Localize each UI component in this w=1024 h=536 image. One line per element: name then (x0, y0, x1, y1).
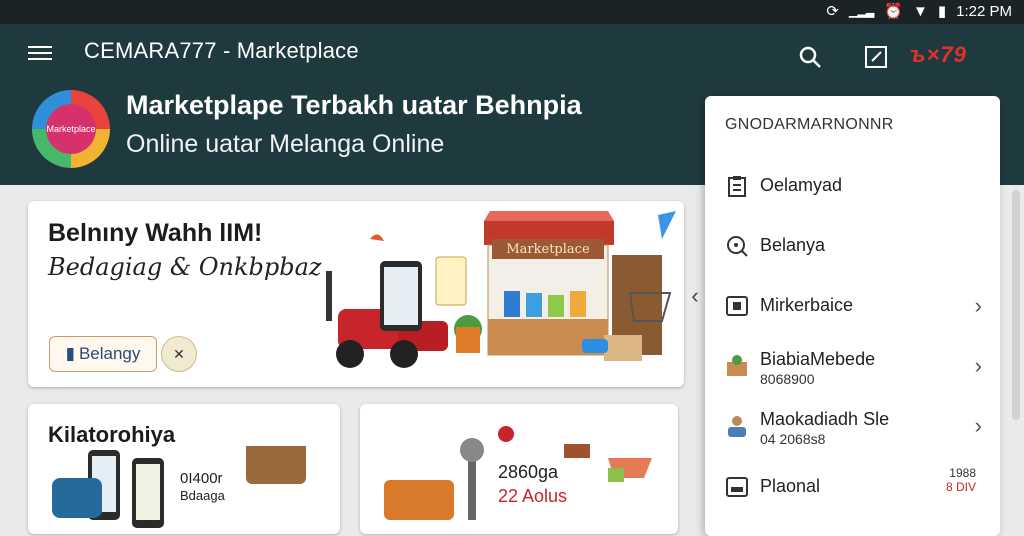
panel-item-label: Oelamyad (760, 175, 843, 195)
menu-icon[interactable] (28, 42, 52, 62)
battery-icon: ▮ (937, 3, 947, 20)
panel-item-label: Belanya (760, 235, 826, 255)
marketplace-illustration: Marketplace (326, 211, 676, 368)
chevron-right-icon: › (974, 353, 982, 378)
scrollbar[interactable] (1012, 190, 1020, 420)
panel-item-meta: 1988 8 DIV (946, 466, 976, 494)
wifi-icon: ▼ (913, 2, 928, 20)
tools-line-1: 2860ga (498, 462, 559, 482)
edit-icon[interactable] (863, 44, 889, 70)
panel-header: GNODARMARNONNR (725, 116, 894, 133)
collapse-panel-icon[interactable]: ‹ (684, 280, 706, 312)
banner-subheading: Bedagiag & Onkbpbaz (48, 253, 322, 281)
profile-icon (726, 477, 748, 497)
page-subheadline: Online uatar Melanga Online (126, 130, 445, 158)
chevron-right-icon: › (974, 413, 982, 438)
product-box-icon (727, 355, 747, 376)
brand-badge[interactable]: ъ×79 (910, 42, 967, 68)
status-time: 1:22 PM (956, 2, 1012, 20)
store-icon (726, 296, 748, 316)
sync-icon: ⟳ (826, 3, 839, 20)
panel-item-label: BiabiaMebede (760, 349, 876, 369)
panel-item-sellers[interactable]: Maokadiadh Sle 04 2068s8 › (705, 401, 1000, 451)
category-card-2[interactable]: 2860ga 22 Aolus (360, 404, 678, 534)
side-panel: GNODARMARNONNR Oelamyad Belanya Mirkerba… (705, 96, 1000, 536)
panel-item-sub: 8068900 (760, 371, 815, 387)
panel-item-label: Plaonal (760, 476, 821, 496)
category-card[interactable]: Kilatorohiya 0I400r Bdaaga (28, 404, 340, 534)
page-headline: Marketplape Terbakh uatar Behnpia (126, 90, 582, 120)
search-icon[interactable] (797, 44, 823, 70)
toolbar: ъ×79 (705, 24, 1000, 96)
seller-icon (728, 416, 746, 437)
category-line-1: 0I400r (180, 470, 223, 487)
scooter-illustration (326, 261, 448, 368)
chevron-right-icon: › (974, 293, 982, 318)
category-line-2: Bdaaga (180, 488, 225, 503)
panel-item-products[interactable]: BiabiaMebede 8068900 › (705, 341, 1000, 391)
panel-item-sub: 04 2068s8 (760, 431, 826, 447)
panel-item-label: Mirkerbaice (760, 295, 854, 315)
banner-primary-button[interactable]: ▮ Belangy (49, 336, 157, 372)
box-icon (604, 335, 642, 361)
banner-primary-label: Belangy (78, 344, 141, 363)
status-bar: ⟳ ▁▂▃ ⏰ ▼ ▮ 1:22 PM (0, 0, 1024, 24)
banner-heading: Belnıny Wahh lIM! (48, 219, 263, 247)
app-title: CEMARA777 - Marketplace (84, 38, 359, 63)
panel-item-orders[interactable]: Oelamyad (705, 161, 1000, 211)
banner-close-button[interactable]: ✕ (161, 336, 197, 372)
brand-logo: Marketplace (32, 90, 110, 168)
signal-bars-icon: ▁▂▃ (848, 5, 875, 18)
meta-bottom: 8 DIV (945, 480, 976, 494)
bag-icon: ▮ (65, 344, 75, 363)
tools-line-2: 22 Aolus (498, 486, 568, 506)
logo-text: Marketplace (46, 104, 96, 154)
stall-sign: Marketplace (506, 242, 590, 257)
leaf-icon (370, 234, 384, 241)
clipboard-icon (728, 176, 746, 197)
toy-car (582, 339, 608, 353)
search-circle-icon (727, 236, 748, 257)
panel-item-personal[interactable]: Plaonal 1988 8 DIV (705, 462, 1000, 512)
photo-card (435, 256, 467, 306)
alarm-icon: ⏰ (884, 3, 903, 20)
paper-plane-icon (658, 211, 676, 239)
panel-item-shop[interactable]: Belanya (705, 221, 1000, 271)
panel-item-label: Maokadiadh Sle (760, 409, 890, 429)
category-heading: Kilatorohiya (48, 422, 176, 447)
promo-banner[interactable]: Belnıny Wahh lIM! Bedagiag & Onkbpbaz ▮ … (28, 201, 684, 387)
meta-top: 1988 (949, 466, 976, 480)
panel-item-marketplace[interactable]: Mirkerbaice › (705, 281, 1000, 331)
stall-illustration: Marketplace (454, 211, 614, 356)
